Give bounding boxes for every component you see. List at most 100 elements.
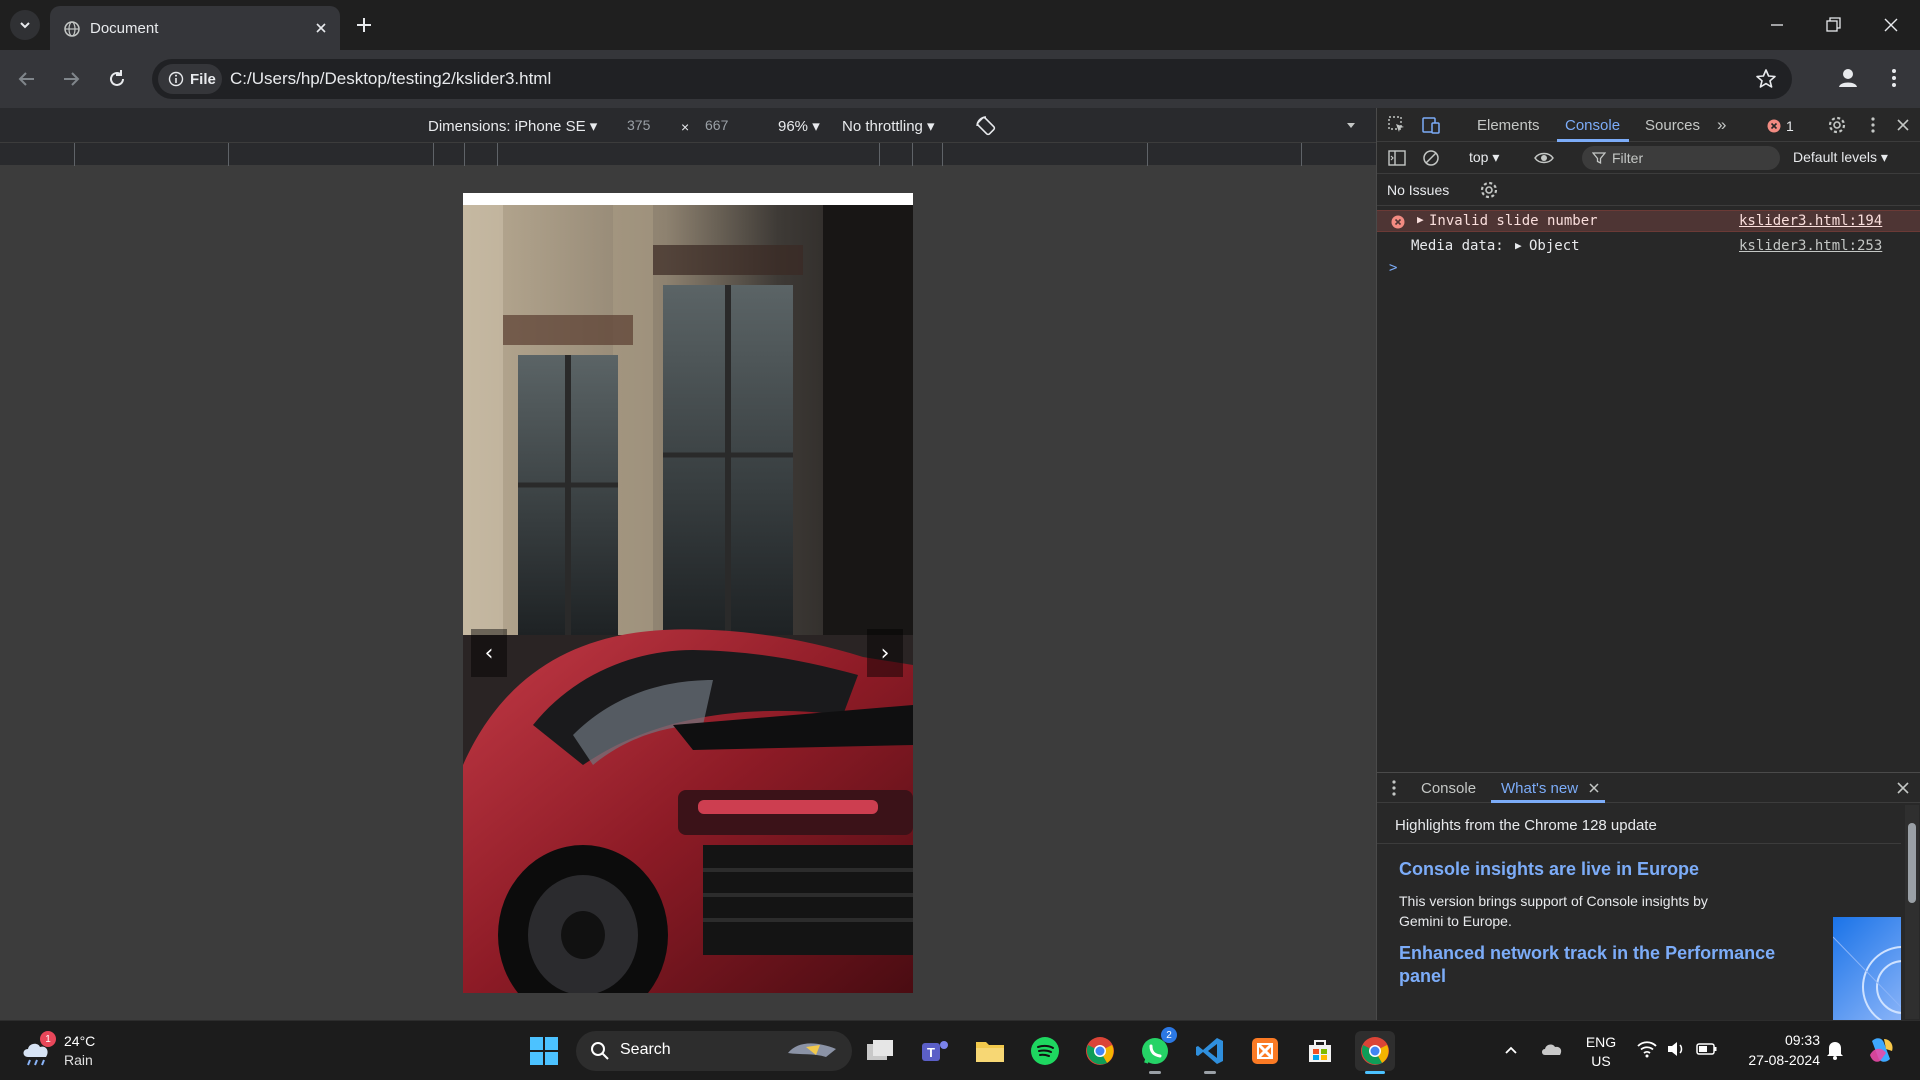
clock-date[interactable]: 27-08-2024 <box>1730 1052 1820 1068</box>
device-toolbar-menu-icon[interactable] <box>1344 118 1358 132</box>
forward-arrow-icon[interactable] <box>60 68 82 90</box>
tab-search-button[interactable] <box>10 10 40 40</box>
close-icon[interactable] <box>312 19 330 37</box>
divider <box>1377 843 1901 844</box>
console-error-message[interactable]: ▶ Invalid slide number kslider3.html:194 <box>1377 210 1920 232</box>
device-height-input[interactable]: 667 <box>705 117 728 133</box>
language-region[interactable]: US <box>1584 1053 1618 1069</box>
browser-tab[interactable]: Document <box>50 6 340 50</box>
info-icon <box>168 71 184 87</box>
address-bar[interactable]: File C:/Users/hp/Desktop/testing2/kslide… <box>152 59 1792 99</box>
close-drawer-icon[interactable] <box>1895 780 1911 796</box>
language-lang[interactable]: ENG <box>1584 1034 1618 1050</box>
new-tab-button[interactable] <box>352 13 376 37</box>
file-explorer-app[interactable] <box>970 1031 1010 1071</box>
drawer-tab-console[interactable]: Console <box>1421 780 1476 797</box>
weather-widget[interactable]: 1 24°C Rain <box>20 1031 140 1073</box>
drawer-scrollbar[interactable] <box>1905 805 1919 1019</box>
context-select[interactable]: top ▾ <box>1469 149 1499 166</box>
folder-icon <box>976 1042 1004 1062</box>
start-button[interactable] <box>524 1031 564 1071</box>
zoom-select[interactable]: 96% ▾ <box>778 117 820 135</box>
tab-sources[interactable]: Sources <box>1645 117 1700 134</box>
device-toolbar: Dimensions: iPhone SE ▾ 375 × 667 96% ▾ … <box>0 108 1376 167</box>
sidebar-toggle-icon[interactable] <box>1387 148 1407 168</box>
drawer-menu-icon[interactable] <box>1391 779 1397 797</box>
log-levels-select[interactable]: Default levels ▾ <box>1793 149 1888 166</box>
devtools-tabbar: Elements Console Sources » 1 <box>1377 108 1920 142</box>
device-dimensions-label: Dimensions: iPhone SE <box>428 118 586 135</box>
more-tabs-icon[interactable]: » <box>1717 115 1726 135</box>
console-filter-input[interactable]: Filter <box>1582 146 1780 170</box>
minimize-icon[interactable] <box>1764 12 1790 38</box>
chevron-up-icon[interactable] <box>1502 1041 1520 1059</box>
site-info-chip[interactable]: File <box>158 64 222 94</box>
clock-time[interactable]: 09:33 <box>1730 1032 1820 1048</box>
whatsapp-badge: 2 <box>1161 1027 1177 1043</box>
chrome-active-app[interactable] <box>1355 1031 1395 1074</box>
whats-new-item-title[interactable]: Console insights are live in Europe <box>1399 859 1699 880</box>
copilot-icon[interactable] <box>1866 1035 1896 1065</box>
clear-console-icon[interactable] <box>1421 148 1441 168</box>
device-width-input[interactable]: 375 <box>627 117 650 133</box>
onedrive-icon[interactable] <box>1540 1039 1564 1059</box>
settings-gear-icon[interactable] <box>1827 115 1847 135</box>
error-counter[interactable]: 1 <box>1767 118 1794 134</box>
slider-next-button[interactable]: › <box>867 629 903 677</box>
console-log-message[interactable]: Media data: ▶ Object kslider3.html:253 <box>1377 234 1920 258</box>
device-dimensions-select[interactable]: Dimensions: iPhone SE ▾ <box>428 117 597 135</box>
spotify-app[interactable] <box>1025 1031 1065 1071</box>
drawer-tab-whats-new[interactable]: What's new <box>1501 780 1578 797</box>
taskbar-search[interactable]: Search <box>576 1031 852 1071</box>
throttling-label: No throttling <box>842 118 923 135</box>
devtools-panel: Elements Console Sources » 1 top ▾ Filte… <box>1376 108 1920 1021</box>
error-source-link[interactable]: kslider3.html:194 <box>1739 213 1882 229</box>
log-object[interactable]: Object <box>1529 238 1580 254</box>
running-indicator <box>1149 1071 1161 1074</box>
close-window-icon[interactable] <box>1878 12 1904 38</box>
vscode-app[interactable] <box>1190 1031 1230 1074</box>
ms-store-app[interactable] <box>1300 1031 1340 1071</box>
chrome-app[interactable] <box>1080 1031 1120 1071</box>
whatsapp-app[interactable]: 2 <box>1135 1027 1177 1074</box>
bookmark-star-icon[interactable] <box>1754 67 1778 91</box>
drawer-tabbar: Console What's new <box>1377 773 1920 803</box>
wifi-icon[interactable] <box>1636 1040 1658 1058</box>
live-expression-eye-icon[interactable] <box>1533 148 1554 168</box>
back-arrow-icon[interactable] <box>16 68 38 90</box>
console-prompt[interactable]: > <box>1389 260 1397 276</box>
tab-elements[interactable]: Elements <box>1477 117 1540 134</box>
teams-icon: T <box>922 1041 948 1061</box>
expand-triangle-icon[interactable]: ▶ <box>1515 239 1522 252</box>
xampp-app[interactable] <box>1245 1031 1285 1071</box>
task-view-app[interactable] <box>860 1031 900 1071</box>
error-icon <box>1391 215 1405 229</box>
more-vert-icon[interactable] <box>1884 66 1904 90</box>
log-source-link[interactable]: kslider3.html:253 <box>1739 238 1882 254</box>
profile-icon[interactable] <box>1836 66 1860 90</box>
rotate-icon[interactable] <box>974 114 998 138</box>
close-devtools-icon[interactable] <box>1893 115 1913 135</box>
tab-console[interactable]: Console <box>1565 117 1620 134</box>
slider-prev-button[interactable]: ‹ <box>471 629 507 677</box>
scrollbar-thumb[interactable] <box>1908 823 1916 903</box>
volume-icon[interactable] <box>1666 1040 1686 1058</box>
issues-status[interactable]: No Issues <box>1387 182 1449 198</box>
notification-bell-icon[interactable] <box>1826 1040 1844 1060</box>
close-tab-icon[interactable] <box>1587 781 1601 795</box>
throttling-select[interactable]: No throttling ▾ <box>842 117 935 135</box>
inspect-element-icon[interactable] <box>1387 115 1407 135</box>
slider-image <box>463 205 913 993</box>
globe-icon <box>64 21 80 37</box>
reload-icon[interactable] <box>106 68 128 90</box>
battery-icon[interactable] <box>1696 1041 1718 1057</box>
issues-bar: No Issues <box>1377 174 1920 206</box>
whats-new-item-title[interactable]: Enhanced network track in the Performanc… <box>1399 942 1799 988</box>
expand-triangle-icon[interactable]: ▶ <box>1417 213 1424 226</box>
console-settings-gear-icon[interactable] <box>1479 180 1499 200</box>
restore-icon[interactable] <box>1820 12 1846 38</box>
teams-app[interactable]: T <box>915 1031 955 1071</box>
devtools-drawer: Console What's new Highlights from the C… <box>1377 772 1920 1021</box>
devtools-menu-icon[interactable] <box>1863 115 1883 135</box>
device-toggle-icon[interactable] <box>1421 115 1441 135</box>
